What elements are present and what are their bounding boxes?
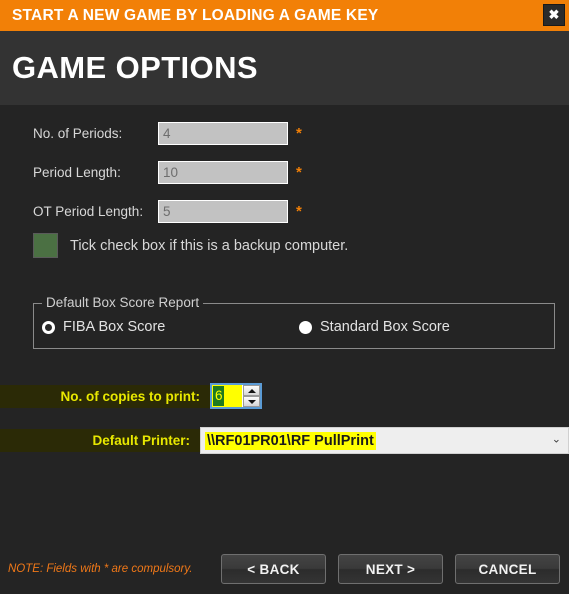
required-asterisk: * xyxy=(296,124,302,142)
input-ot-period-length[interactable] xyxy=(158,199,288,223)
required-asterisk: * xyxy=(296,202,302,220)
printer-row: Default Printer: \\RF01PR01\RF PullPrint… xyxy=(0,427,569,454)
copies-spinner[interactable]: 6 xyxy=(210,383,262,409)
spinner-increment-button[interactable] xyxy=(243,385,260,396)
default-printer-select[interactable]: \\RF01PR01\RF PullPrint ⌄ xyxy=(200,427,569,454)
backup-computer-checkbox[interactable] xyxy=(33,233,58,258)
radio-fiba-label: FIBA Box Score xyxy=(63,319,166,335)
next-button[interactable]: NEXT > xyxy=(338,554,443,584)
close-icon[interactable]: ✖ xyxy=(543,4,565,26)
required-asterisk: * xyxy=(296,163,302,181)
compulsory-fields-note: NOTE: Fields with * are compulsory. xyxy=(8,563,193,575)
spinner-arrows xyxy=(242,385,260,407)
chevron-down-icon: ⌄ xyxy=(551,432,561,445)
input-period-length[interactable] xyxy=(158,160,288,184)
copies-row: No. of copies to print: 6 xyxy=(0,383,262,409)
radio-fiba-box-score[interactable]: FIBA Box Score xyxy=(42,319,165,335)
default-box-score-report-group: Default Box Score Report FIBA Box Score … xyxy=(33,295,555,349)
arrow-up-icon xyxy=(247,388,256,393)
back-button[interactable]: < BACK xyxy=(221,554,326,584)
page-title: GAME OPTIONS xyxy=(12,50,258,85)
cancel-button[interactable]: CANCEL xyxy=(455,554,560,584)
page-heading-band: GAME OPTIONS xyxy=(0,31,569,105)
copies-value: 6 xyxy=(213,386,224,406)
default-printer-value: \\RF01PR01\RF PullPrint xyxy=(205,431,376,450)
backup-computer-label: Tick check box if this is a backup compu… xyxy=(70,237,349,254)
box-score-legend: Default Box Score Report xyxy=(42,295,204,310)
window-title: START A NEW GAME BY LOADING A GAME KEY xyxy=(12,6,379,24)
footer-button-group: < BACK NEXT > CANCEL xyxy=(221,554,560,584)
field-row-ot-period-length: OT Period Length: * xyxy=(0,199,302,223)
label-no-of-periods: No. of Periods: xyxy=(33,125,123,141)
copies-value-wrap[interactable]: 6 xyxy=(212,385,242,407)
radio-selected-icon xyxy=(42,320,55,334)
label-default-printer: Default Printer: xyxy=(0,429,200,452)
label-copies-to-print: No. of copies to print: xyxy=(0,384,210,408)
dialog-footer: NOTE: Fields with * are compulsory. < BA… xyxy=(0,548,569,594)
arrow-down-icon xyxy=(247,399,256,404)
backup-computer-row: Tick check box if this is a backup compu… xyxy=(33,233,348,258)
field-row-period-length: Period Length: * xyxy=(0,160,302,184)
dialog-body: No. of Periods: * Period Length: * OT Pe… xyxy=(0,105,569,594)
radio-standard-label: Standard Box Score xyxy=(320,319,450,335)
spinner-decrement-button[interactable] xyxy=(243,396,260,407)
label-ot-period-length: OT Period Length: xyxy=(33,203,144,219)
radio-unselected-icon xyxy=(299,320,312,334)
input-no-of-periods[interactable] xyxy=(158,121,288,145)
window-title-bar: START A NEW GAME BY LOADING A GAME KEY ✖ xyxy=(0,0,569,31)
label-period-length: Period Length: xyxy=(33,164,121,180)
field-row-periods: No. of Periods: * xyxy=(0,121,302,145)
radio-standard-box-score[interactable]: Standard Box Score xyxy=(299,319,450,335)
